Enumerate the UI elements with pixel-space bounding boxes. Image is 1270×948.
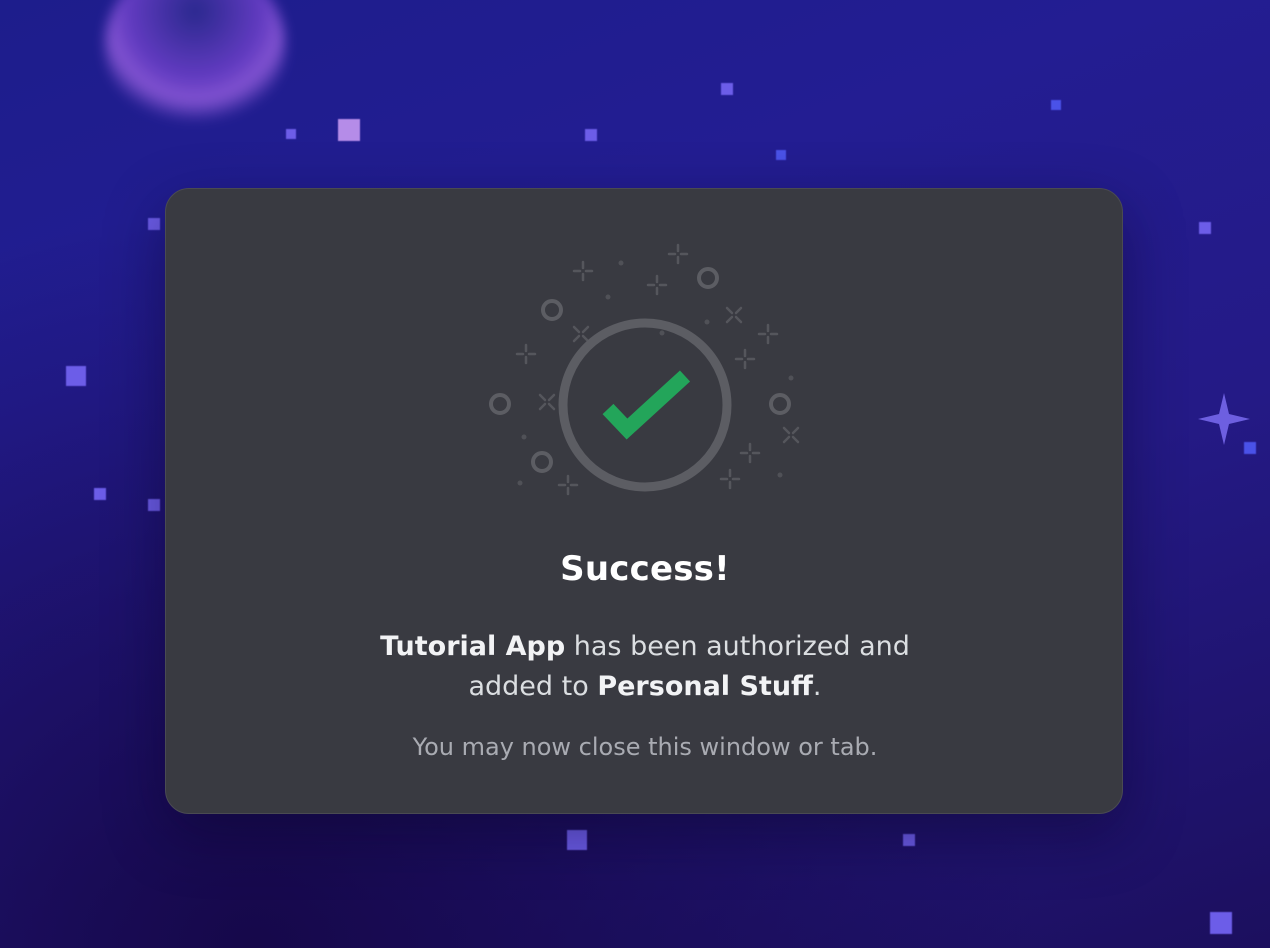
dialog-message: Tutorial App has been authorized and add… xyxy=(166,627,1124,707)
planet-decoration xyxy=(105,0,285,130)
star-decoration xyxy=(776,150,786,160)
success-illustration xyxy=(489,243,800,496)
message-line2-prefix: added to xyxy=(468,671,598,702)
message-line-1: Tutorial App has been authorized and xyxy=(166,627,1124,667)
ring-decoration xyxy=(489,267,791,473)
app-name: Tutorial App xyxy=(380,631,566,662)
server-name: Personal Stuff xyxy=(597,671,813,702)
star-decoration xyxy=(1199,222,1211,234)
dot-decoration xyxy=(517,260,794,486)
star-decoration xyxy=(148,499,160,511)
star-decoration xyxy=(338,119,360,141)
checkmark-icon xyxy=(602,370,691,440)
star-decoration xyxy=(94,488,106,500)
star-decoration xyxy=(66,366,86,386)
star-decoration xyxy=(721,83,733,95)
star-decoration xyxy=(567,830,587,850)
confetti-decoration xyxy=(515,243,800,496)
star-decoration xyxy=(286,129,296,139)
message-line2-suffix: . xyxy=(812,671,822,702)
success-dialog: Success! Tutorial App has been authorize… xyxy=(165,188,1123,814)
star-decoration xyxy=(148,218,160,230)
message-middle-text: has been authorized and xyxy=(565,631,910,662)
close-hint: You may now close this window or tab. xyxy=(412,733,878,761)
star-decoration xyxy=(1051,100,1061,110)
star-decoration xyxy=(585,129,597,141)
message-line-2: added to Personal Stuff. xyxy=(166,667,1124,707)
sparkle-icon xyxy=(1198,393,1250,445)
star-decoration xyxy=(1210,912,1232,934)
star-decoration xyxy=(903,834,915,846)
dialog-title: Success! xyxy=(560,549,730,589)
